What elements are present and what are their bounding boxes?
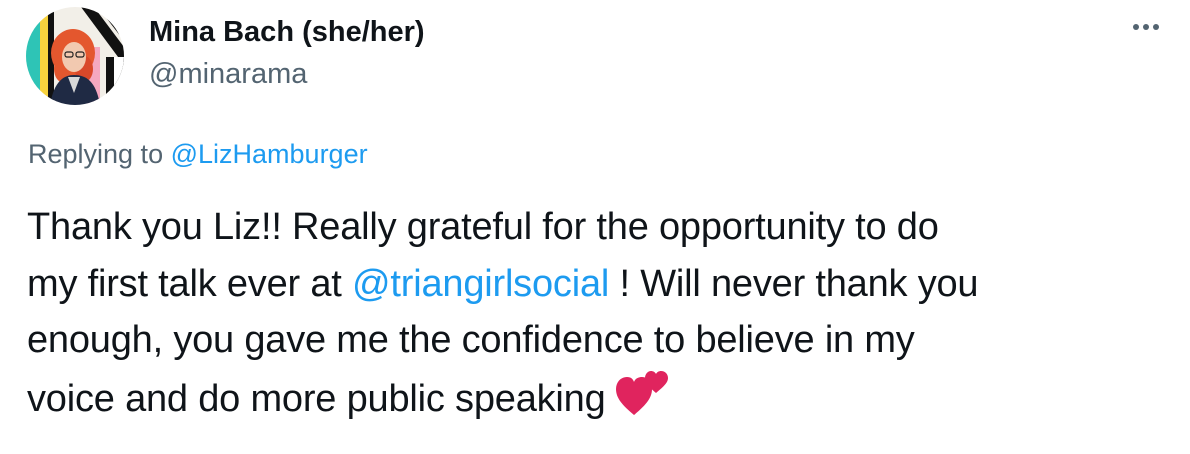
tweet-text-segment: voice and do more public speaking [27,377,606,420]
tweet-text-segment: ! Will never thank you [619,262,979,305]
replying-to-label: Replying to [28,139,164,169]
replying-to-line: Replying to @LizHamburger [28,139,368,170]
tweet-body: Thank you Liz!! Really grateful for the … [27,199,1167,433]
tweet-text-line: voice and do more public speaking [27,369,1167,434]
two-hearts-emoji-icon [615,369,668,434]
reply-target-mention[interactable]: @LizHamburger [171,139,368,169]
avatar[interactable] [26,7,124,105]
tweet-text-segment: my first talk ever at [27,262,342,305]
tweet-text-line: enough, you gave me the confidence to be… [27,319,915,361]
more-options-button[interactable] [1126,12,1166,42]
tweet-card: Mina Bach (she/her) @minarama Replying t… [0,0,1190,454]
tweet-mention-link[interactable]: @triangirlsocial [352,263,609,305]
author-display-name[interactable]: Mina Bach (she/her) [149,16,425,49]
more-horizontal-icon [1131,24,1161,30]
tweet-text-line: my first talk ever at @triangirlsocial !… [27,256,1167,313]
avatar-image [26,7,124,105]
tweet-text-line: Thank you Liz!! Really grateful for the … [27,206,939,248]
author-handle[interactable]: @minarama [149,58,307,91]
